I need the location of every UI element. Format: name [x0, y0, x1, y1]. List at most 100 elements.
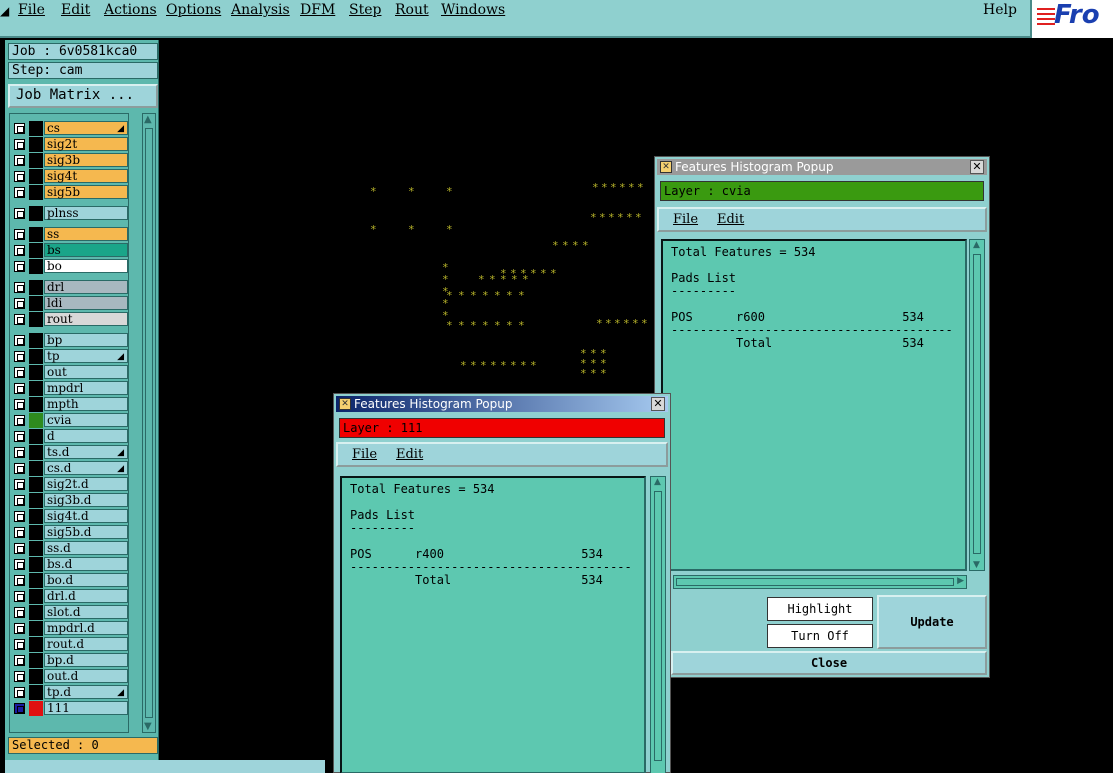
- layer-color-swatch[interactable]: [29, 541, 43, 556]
- menu-help[interactable]: Help: [983, 2, 1017, 18]
- menu-options[interactable]: Options: [166, 2, 221, 18]
- layer-name[interactable]: drl.d: [44, 589, 128, 603]
- layer-name[interactable]: cs.d ◢: [44, 461, 128, 475]
- layer-row-d[interactable]: d: [10, 429, 128, 444]
- layer-checkbox[interactable]: [14, 282, 25, 293]
- histogram-vscroll[interactable]: ▲ ▼: [969, 239, 985, 571]
- layer-checkbox[interactable]: [14, 123, 25, 134]
- histogram-hscroll[interactable]: ▶: [673, 575, 967, 589]
- layer-name[interactable]: mpth: [44, 397, 128, 411]
- layer-color-swatch[interactable]: [29, 413, 43, 428]
- scroll-down-icon[interactable]: ▼: [973, 560, 980, 570]
- layer-name[interactable]: bp: [44, 333, 128, 347]
- layer-name[interactable]: d: [44, 429, 128, 443]
- histogram-text[interactable]: Total Features = 534 Pads List --------- PO…: [340, 476, 646, 773]
- layer-row-slot-d[interactable]: slot.d: [10, 605, 128, 620]
- layer-name[interactable]: tp ◢: [44, 349, 128, 363]
- layer-color-swatch[interactable]: [29, 381, 43, 396]
- layer-color-swatch[interactable]: [29, 153, 43, 168]
- layer-color-swatch[interactable]: [29, 685, 43, 700]
- layer-name[interactable]: bp.d: [44, 653, 128, 667]
- layer-name[interactable]: plnss: [44, 206, 128, 220]
- layer-row-sig5b[interactable]: sig5b: [10, 185, 128, 200]
- layer-name[interactable]: ldi: [44, 296, 128, 310]
- scroll-up-icon[interactable]: ▲: [144, 114, 152, 125]
- layer-checkbox[interactable]: [14, 245, 25, 256]
- layer-checkbox[interactable]: [14, 607, 25, 618]
- layer-name[interactable]: ss.d: [44, 541, 128, 555]
- scroll-down-icon[interactable]: ▼: [144, 721, 152, 732]
- close-button[interactable]: Close: [671, 651, 987, 675]
- layer-name[interactable]: mpdrl.d: [44, 621, 128, 635]
- layer-row-mpdrl-d[interactable]: mpdrl.d: [10, 621, 128, 636]
- popup-menu-edit[interactable]: Edit: [396, 447, 423, 462]
- layer-row-drl-d[interactable]: drl.d: [10, 589, 128, 604]
- layer-checkbox[interactable]: [14, 314, 25, 325]
- layer-checkbox[interactable]: [14, 543, 25, 554]
- layer-name[interactable]: sig5b.d: [44, 525, 128, 539]
- scroll-up-icon[interactable]: ▲: [654, 477, 661, 487]
- layer-checkbox[interactable]: [14, 559, 25, 570]
- layer-name[interactable]: 111: [44, 701, 128, 715]
- layer-checkbox[interactable]: [14, 639, 25, 650]
- layer-name[interactable]: drl: [44, 280, 128, 294]
- layer-name[interactable]: bs.d: [44, 557, 128, 571]
- scroll-right-icon[interactable]: ▶: [957, 576, 964, 586]
- popup-titlebar[interactable]: ✕ Features Histogram Popup ✕: [336, 396, 668, 412]
- layer-row-bp[interactable]: bp: [10, 333, 128, 348]
- popup-titlebar[interactable]: ✕ Features Histogram Popup ✕: [657, 159, 987, 175]
- scroll-thumb[interactable]: [654, 491, 662, 761]
- layer-name[interactable]: tp.d ◢: [44, 685, 128, 699]
- layer-checkbox[interactable]: [14, 623, 25, 634]
- menu-actions[interactable]: Actions: [104, 2, 157, 18]
- layer-name[interactable]: rout: [44, 312, 128, 326]
- layer-color-swatch[interactable]: [29, 296, 43, 311]
- layer-color-swatch[interactable]: [29, 589, 43, 604]
- layer-color-swatch[interactable]: [29, 137, 43, 152]
- layer-checkbox[interactable]: [14, 479, 25, 490]
- layer-checkbox[interactable]: [14, 447, 25, 458]
- layer-color-swatch[interactable]: [29, 206, 43, 221]
- layer-row-sig3b[interactable]: sig3b: [10, 153, 128, 168]
- layer-row-ts-d[interactable]: ts.d ◢: [10, 445, 128, 460]
- layer-color-swatch[interactable]: [29, 445, 43, 460]
- layer-list-scrollbar[interactable]: ▲ ▼: [142, 113, 156, 733]
- layer-name[interactable]: rout.d: [44, 637, 128, 651]
- layer-checkbox[interactable]: [14, 671, 25, 682]
- layer-row-mpth[interactable]: mpth: [10, 397, 128, 412]
- layer-color-swatch[interactable]: [29, 701, 43, 716]
- layer-row-sig2t-d[interactable]: sig2t.d: [10, 477, 128, 492]
- scroll-thumb[interactable]: [145, 128, 153, 718]
- layer-checkbox[interactable]: [14, 655, 25, 666]
- layer-row-bo-d[interactable]: bo.d: [10, 573, 128, 588]
- close-icon[interactable]: ✕: [651, 397, 665, 411]
- layer-row-tp[interactable]: tp ◢: [10, 349, 128, 364]
- menu-rout[interactable]: Rout: [395, 2, 429, 18]
- layer-color-swatch[interactable]: [29, 653, 43, 668]
- layer-color-swatch[interactable]: [29, 461, 43, 476]
- layer-row-cvia[interactable]: cvia: [10, 413, 128, 428]
- menu-step[interactable]: Step: [349, 2, 381, 18]
- layer-color-swatch[interactable]: [29, 429, 43, 444]
- highlight-button[interactable]: Highlight: [767, 597, 873, 621]
- layer-checkbox[interactable]: [14, 463, 25, 474]
- turn-off-button[interactable]: Turn Off: [767, 624, 873, 648]
- layer-row-bp-d[interactable]: bp.d: [10, 653, 128, 668]
- layer-checkbox[interactable]: [14, 171, 25, 182]
- menu-windows[interactable]: Windows: [441, 2, 505, 18]
- layer-color-swatch[interactable]: [29, 621, 43, 636]
- layer-row-111[interactable]: 111: [10, 701, 128, 716]
- layer-name[interactable]: ss: [44, 227, 128, 241]
- layer-name[interactable]: sig5b: [44, 185, 128, 199]
- layer-name[interactable]: sig3b.d: [44, 493, 128, 507]
- layer-checkbox[interactable]: [14, 261, 25, 272]
- layer-color-swatch[interactable]: [29, 637, 43, 652]
- layer-checkbox[interactable]: [14, 208, 25, 219]
- layer-name[interactable]: ts.d ◢: [44, 445, 128, 459]
- layer-checkbox[interactable]: [14, 298, 25, 309]
- layer-row-ldi[interactable]: ldi: [10, 296, 128, 311]
- layer-row-sig2t[interactable]: sig2t: [10, 137, 128, 152]
- layer-color-swatch[interactable]: [29, 243, 43, 258]
- layer-checkbox[interactable]: [14, 591, 25, 602]
- layer-color-swatch[interactable]: [29, 669, 43, 684]
